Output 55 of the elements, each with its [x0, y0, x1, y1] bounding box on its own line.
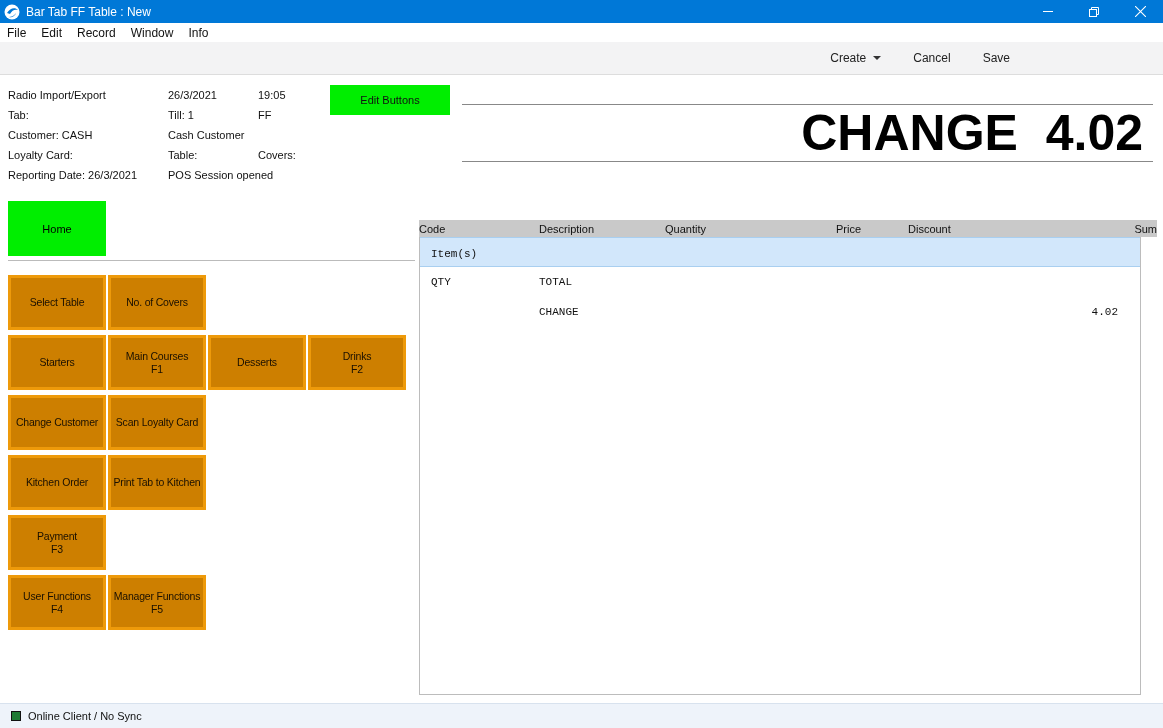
- restore-icon[interactable]: [1089, 6, 1099, 17]
- info-text: Covers:: [258, 149, 296, 163]
- pos-button[interactable]: Manager Functions F5: [108, 575, 206, 630]
- table-cell-text: 4.02: [1090, 306, 1119, 318]
- info-text: Reporting Date: 26/3/2021: [8, 169, 138, 183]
- status-text: Online Client / No Sync: [28, 710, 142, 722]
- info-text: Radio Import/Export: [8, 89, 106, 103]
- table-cell-text: CHANGE: [539, 306, 580, 318]
- info-text: FF: [258, 109, 272, 123]
- window-title: Bar Tab FF Table : New: [26, 4, 152, 19]
- group-row[interactable]: Item(s): [420, 237, 1140, 267]
- toolbar-button[interactable]: Cancel: [897, 46, 967, 70]
- menu-item[interactable]: Info: [188, 25, 209, 40]
- close-icon[interactable]: [1134, 6, 1146, 17]
- column-header[interactable]: Description: [539, 222, 665, 235]
- pos-button[interactable]: Desserts: [208, 335, 306, 390]
- pos-button[interactable]: Payment F3: [8, 515, 106, 570]
- info-text: Till: 1: [168, 109, 194, 123]
- info-text: Loyalty Card:: [8, 149, 73, 163]
- info-text: Customer: CASH: [8, 129, 93, 143]
- change-display: CHANGE 4.02: [462, 104, 1153, 162]
- pos-button[interactable]: Scan Loyalty Card: [108, 395, 206, 450]
- home-button[interactable]: Home: [8, 201, 106, 256]
- pos-button[interactable]: Select Table: [8, 275, 106, 330]
- menu-item[interactable]: File: [7, 25, 27, 40]
- info-text: 19:05: [258, 89, 286, 103]
- pos-button[interactable]: No. of Covers: [108, 275, 206, 330]
- pos-button[interactable]: User Functions F4: [8, 575, 106, 630]
- info-text: Table:: [168, 149, 198, 163]
- pos-button[interactable]: Drinks F2: [308, 335, 406, 390]
- column-header[interactable]: Discount: [861, 222, 1097, 235]
- pos-button[interactable]: Starters: [8, 335, 106, 390]
- column-header[interactable]: Quantity: [665, 222, 789, 235]
- toolbar-button[interactable]: Create: [814, 46, 898, 70]
- pos-button[interactable]: Change Customer: [8, 395, 106, 450]
- info-text: Tab:: [8, 109, 29, 123]
- caret-icon: [873, 56, 882, 60]
- menu-item[interactable]: Edit: [41, 25, 63, 40]
- pos-button[interactable]: Print Tab to Kitchen: [108, 455, 206, 510]
- table-cell-text: TOTAL: [539, 276, 573, 288]
- toolbar-button[interactable]: Save: [966, 46, 1026, 70]
- app-logo-icon: [4, 3, 20, 20]
- info-text: Cash Customer: [168, 129, 245, 143]
- menu-item[interactable]: Window: [130, 25, 174, 40]
- pos-button[interactable]: Kitchen Order: [8, 455, 106, 510]
- table-cell-text: QTY: [431, 276, 452, 288]
- menu-item[interactable]: Record: [77, 25, 116, 40]
- info-text: 26/3/2021: [168, 89, 217, 103]
- edit-buttons-button[interactable]: Edit Buttons: [330, 85, 450, 115]
- info-text: POS Session opened: [168, 169, 274, 183]
- column-header[interactable]: Code: [419, 222, 539, 235]
- column-header[interactable]: Sum: [1097, 222, 1157, 235]
- pos-button[interactable]: Main Courses F1: [108, 335, 206, 390]
- group-label: Item(s): [431, 248, 478, 260]
- column-header[interactable]: Price: [789, 222, 861, 235]
